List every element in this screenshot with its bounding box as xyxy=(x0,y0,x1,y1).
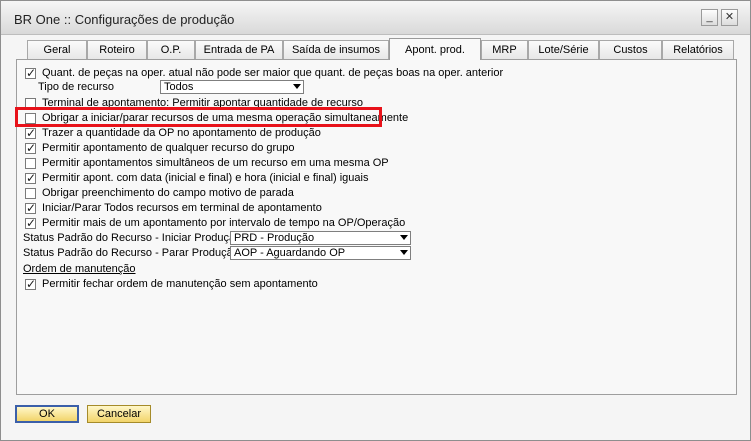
close-button[interactable]: ✕ xyxy=(721,9,738,26)
status-stop-label: Status Padrão do Recurso - Parar Produçã… xyxy=(23,247,239,259)
qty-limit-checkbox[interactable] xyxy=(25,66,36,80)
tab-roteiro[interactable]: Roteiro xyxy=(87,40,147,59)
ok-button[interactable]: OK xyxy=(15,405,79,423)
close-icon: ✕ xyxy=(724,11,735,23)
stop-reason-required-checkbox[interactable] xyxy=(25,187,36,199)
close-without-label: Permitir fechar ordem de manutenção sem … xyxy=(42,278,318,290)
maintenance-section-label: Ordem de manutenção xyxy=(23,263,136,275)
start-stop-all-label: Iniciar/Parar Todos recursos em terminal… xyxy=(42,202,322,214)
minimize-button[interactable]: _ xyxy=(701,9,718,26)
stop-reason-required-label: Obrigar preenchimento do campo motivo de… xyxy=(42,187,294,199)
chevron-down-icon xyxy=(293,84,301,89)
multiple-per-interval-checkbox[interactable] xyxy=(25,216,36,230)
tab-relatorios[interactable]: Relatórios xyxy=(662,40,734,59)
tab-saida-insumos[interactable]: Saída de insumos xyxy=(283,40,389,59)
window-title: BR One :: Configurações de produção xyxy=(14,12,235,27)
tab-op[interactable]: O.P. xyxy=(147,40,195,59)
simultaneous-same-op-checkbox[interactable] xyxy=(25,157,36,169)
option-any-group-resource[interactable]: Permitir apontamento de qualquer recurso… xyxy=(25,141,295,155)
highlight-annotation xyxy=(15,107,382,127)
settings-window: BR One :: Configurações de produção _ ✕ … xyxy=(0,0,751,441)
option-multiple-per-interval[interactable]: Permitir mais de um apontamento por inte… xyxy=(25,216,405,230)
option-stop-reason-required[interactable]: Obrigar preenchimento do campo motivo de… xyxy=(25,186,294,200)
status-stop-value: AOP - Aguardando OP xyxy=(234,247,346,259)
resource-type-label: Tipo de recurso xyxy=(38,81,115,93)
same-datetime-label: Permitir apont. com data (inicial e fina… xyxy=(42,172,369,184)
chevron-down-icon xyxy=(400,235,408,240)
tab-geral[interactable]: Geral xyxy=(27,40,87,59)
tab-apont-prod[interactable]: Apont. prod. xyxy=(389,38,481,60)
resource-type-value: Todos xyxy=(164,81,194,93)
same-datetime-checkbox[interactable] xyxy=(25,171,36,185)
option-close-without-appointment[interactable]: Permitir fechar ordem de manutenção sem … xyxy=(25,277,318,291)
option-start-stop-all[interactable]: Iniciar/Parar Todos recursos em terminal… xyxy=(25,201,322,215)
bring-op-qty-label: Trazer a quantidade da OP no apontamento… xyxy=(42,127,321,139)
status-start-label: Status Padrão do Recurso - Iniciar Produ… xyxy=(23,232,242,244)
option-qty-limit[interactable]: Quant. de peças na oper. atual não pode … xyxy=(25,66,503,80)
any-group-resource-checkbox[interactable] xyxy=(25,141,36,155)
close-without-checkbox[interactable] xyxy=(25,277,36,291)
bring-op-qty-checkbox[interactable] xyxy=(25,126,36,140)
option-bring-op-qty[interactable]: Trazer a quantidade da OP no apontamento… xyxy=(25,126,321,140)
minimize-icon: _ xyxy=(706,11,713,23)
option-same-datetime[interactable]: Permitir apont. com data (inicial e fina… xyxy=(25,171,368,185)
status-start-select[interactable]: PRD - Produção xyxy=(230,231,411,245)
status-stop-select[interactable]: AOP - Aguardando OP xyxy=(230,246,411,260)
cancel-button[interactable]: Cancelar xyxy=(87,405,151,423)
status-start-value: PRD - Produção xyxy=(234,232,315,244)
start-stop-all-checkbox[interactable] xyxy=(25,201,36,215)
any-group-resource-label: Permitir apontamento de qualquer recurso… xyxy=(42,142,295,154)
multiple-per-interval-label: Permitir mais de um apontamento por inte… xyxy=(42,217,406,229)
chevron-down-icon xyxy=(400,250,408,255)
tab-entrada-pa[interactable]: Entrada de PA xyxy=(195,40,283,59)
qty-limit-label: Quant. de peças na oper. atual não pode … xyxy=(42,67,504,79)
resource-type-select[interactable]: Todos xyxy=(160,80,304,94)
tab-lote-serie[interactable]: Lote/Série xyxy=(528,40,599,59)
tab-custos[interactable]: Custos xyxy=(599,40,662,59)
title-bar: BR One :: Configurações de produção _ ✕ xyxy=(1,1,750,35)
option-simultaneous-same-op[interactable]: Permitir apontamentos simultâneos de um … xyxy=(25,156,389,170)
simultaneous-same-op-label: Permitir apontamentos simultâneos de um … xyxy=(42,157,389,169)
tab-mrp[interactable]: MRP xyxy=(481,40,528,59)
